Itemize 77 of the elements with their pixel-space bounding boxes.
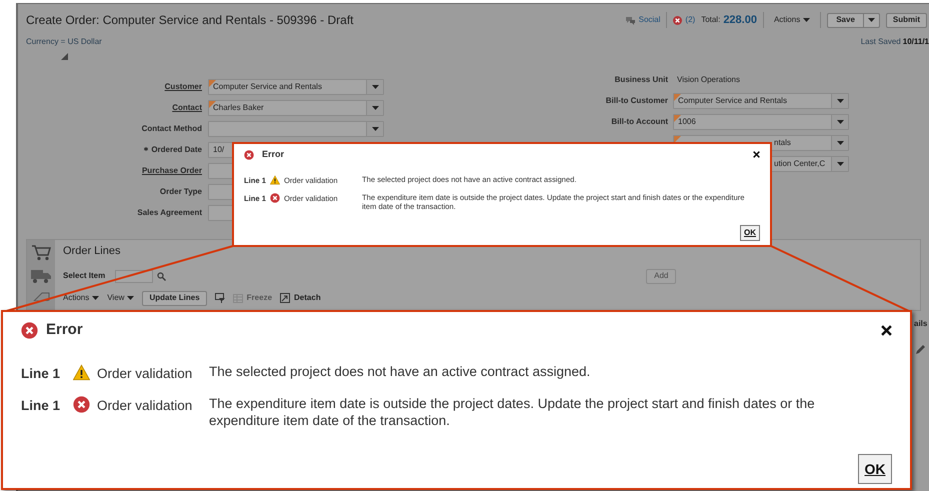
submit-button[interactable]: Submit (886, 12, 927, 28)
field-label: Sales Agreement (137, 207, 202, 219)
close-icon (753, 151, 760, 158)
dropdown-field[interactable]: Computer Service and Rentals (208, 79, 384, 95)
close-button[interactable] (881, 324, 892, 336)
error-icon (244, 150, 254, 160)
warning-icon (270, 174, 280, 184)
field-label: Ordered Date (151, 144, 202, 156)
error-icon (21, 322, 38, 339)
caret-icon (372, 85, 378, 89)
error-icon (73, 396, 90, 413)
warning-icon (73, 364, 90, 380)
caret-icon (92, 296, 100, 300)
tag-icon[interactable] (32, 291, 50, 301)
dropdown-field[interactable]: Charles Baker (208, 100, 384, 116)
field-value: Vision Operations (676, 74, 741, 86)
field-label: Business Unit (614, 74, 668, 86)
field-label: Select Item (63, 270, 106, 282)
section-title: Order Lines (63, 244, 122, 259)
field-label[interactable]: Contact (172, 102, 202, 114)
dropdown-field[interactable] (208, 121, 384, 137)
error-icon (673, 16, 682, 24)
caret-icon (372, 106, 378, 110)
column-header: ails (914, 318, 928, 330)
update-lines-button[interactable]: Update Lines (142, 290, 207, 306)
close-icon (881, 324, 892, 336)
field-label: Contact Method (142, 123, 202, 135)
message-text: The selected project does not have an active contract assigned. (209, 364, 592, 380)
truck-icon[interactable] (31, 269, 51, 283)
currency-label: Currency = US Dollar (26, 36, 102, 48)
toolbar-button: Freeze (232, 292, 272, 304)
pencil-icon[interactable] (915, 344, 926, 355)
close-button[interactable] (753, 151, 760, 158)
caret-icon (836, 141, 844, 145)
detach-icon (280, 293, 290, 303)
chat-icon (624, 16, 636, 24)
dialog-title: Error (46, 320, 83, 340)
field-label: Bill-to Customer (606, 95, 668, 107)
caret-icon (836, 120, 844, 124)
field-label: Order Type (160, 186, 202, 198)
cart-icon[interactable] (31, 244, 51, 261)
caret-icon (372, 127, 378, 131)
field-label: Bill-to Account (611, 116, 668, 128)
menu-button[interactable]: Actions (63, 292, 100, 304)
caret-icon (836, 99, 844, 103)
message-source: Order validation (97, 396, 194, 415)
caret-icon (836, 162, 844, 166)
menu-button[interactable]: View (107, 292, 134, 304)
caret-icon (803, 18, 810, 22)
search-icon[interactable] (157, 272, 166, 280)
page-title: Create Order: Computer Service and Rentals - 509396 - Draft (26, 12, 354, 29)
ok-button[interactable]: OK (740, 225, 760, 241)
line-label: Line 1 (21, 396, 62, 415)
error-icon (270, 192, 280, 203)
caret-icon (868, 18, 875, 22)
message-source: Order validation (97, 364, 194, 382)
line-label: Line 1 (21, 364, 62, 382)
expand-icon[interactable] (61, 53, 68, 60)
save-split-button[interactable]: Save (827, 12, 880, 28)
social-link[interactable]: Social (624, 14, 660, 26)
field-label[interactable]: Customer (164, 81, 202, 93)
grid-icon (232, 294, 243, 302)
total-label: Total: (701, 14, 720, 26)
actions-menu[interactable]: Actions (770, 14, 814, 26)
message-text: The expenditure item date is outside the project dates. Update the project start and finish dates or the expenditure item date of the transaction. (209, 396, 816, 430)
dropdown-field[interactable]: 1006 (673, 114, 849, 130)
filter-icon[interactable] (214, 293, 225, 303)
last-saved-date: 10/11/1 (902, 36, 929, 48)
field-label[interactable]: Purchase Order (142, 165, 202, 177)
last-saved-label: Last Saved (860, 36, 901, 48)
caret-icon (127, 296, 134, 300)
error-count[interactable]: (2) (685, 14, 696, 26)
ok-button[interactable]: OK (858, 454, 892, 484)
total-amount: 228.00 (723, 12, 757, 28)
toolbar-button[interactable]: Detach (280, 292, 321, 304)
dialog-title: Error (262, 148, 284, 161)
dropdown-field[interactable]: Computer Service and Rentals (673, 93, 849, 109)
